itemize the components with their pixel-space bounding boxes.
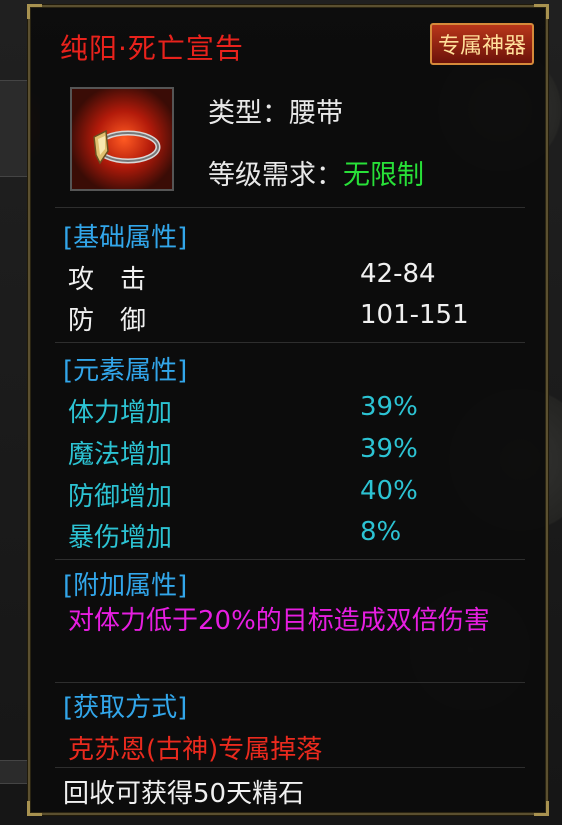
stat-value: 40% [360, 476, 418, 506]
tooltip-corner [27, 801, 42, 816]
item-icon-frame [70, 87, 174, 191]
section-element-title: [元素属性] [63, 356, 188, 386]
item-name: 纯阳·死亡宣告 [60, 32, 244, 65]
source-text: 克苏恩(古神)专属掉落 [68, 735, 323, 765]
extra-effect-text: 对体力低于20%的目标造成双倍伤害 [68, 606, 490, 636]
divider [55, 767, 525, 768]
stat-value: 101-151 [360, 300, 469, 330]
stat-label: 攻 击 [68, 265, 147, 295]
level-line: 等级需求：无限制 [208, 153, 424, 192]
stat-value: 8% [360, 517, 402, 547]
divider [55, 207, 525, 208]
stat-value: 39% [360, 434, 418, 464]
stat-value: 42-84 [360, 259, 436, 289]
tooltip-corner [534, 801, 549, 816]
item-tooltip: 纯阳·死亡宣告 专属神器 类型：腰带 等级需求：无限制 [基础属性] 攻 击 4… [27, 4, 549, 816]
type-value: 腰带 [289, 98, 343, 129]
exclusive-artifact-badge: 专属神器 [429, 23, 534, 65]
stat-label: 防 御 [68, 306, 147, 336]
type-line: 类型：腰带 [208, 91, 343, 130]
type-label: 类型： [208, 98, 289, 129]
tooltip-corner [534, 4, 549, 19]
level-label: 等级需求： [208, 160, 343, 191]
divider [55, 342, 525, 343]
recycle-reward-text: 回收可获得50天精石 [63, 779, 305, 809]
stat-label: 防御增加 [68, 482, 173, 512]
background-slot-frame [0, 80, 30, 177]
section-extra-title: [附加属性] [63, 571, 188, 601]
background-bar [0, 760, 30, 784]
divider [55, 682, 525, 683]
belt-icon [93, 129, 161, 165]
tooltip-corner [27, 4, 42, 19]
section-basic-title: [基础属性] [63, 223, 188, 253]
stat-value: 39% [360, 392, 418, 422]
stat-label: 魔法增加 [68, 440, 173, 470]
divider [55, 559, 525, 560]
level-value: 无限制 [343, 160, 424, 191]
stat-label: 暴伤增加 [68, 523, 173, 553]
section-source-title: [获取方式] [63, 693, 188, 723]
stat-label: 体力增加 [68, 398, 173, 428]
